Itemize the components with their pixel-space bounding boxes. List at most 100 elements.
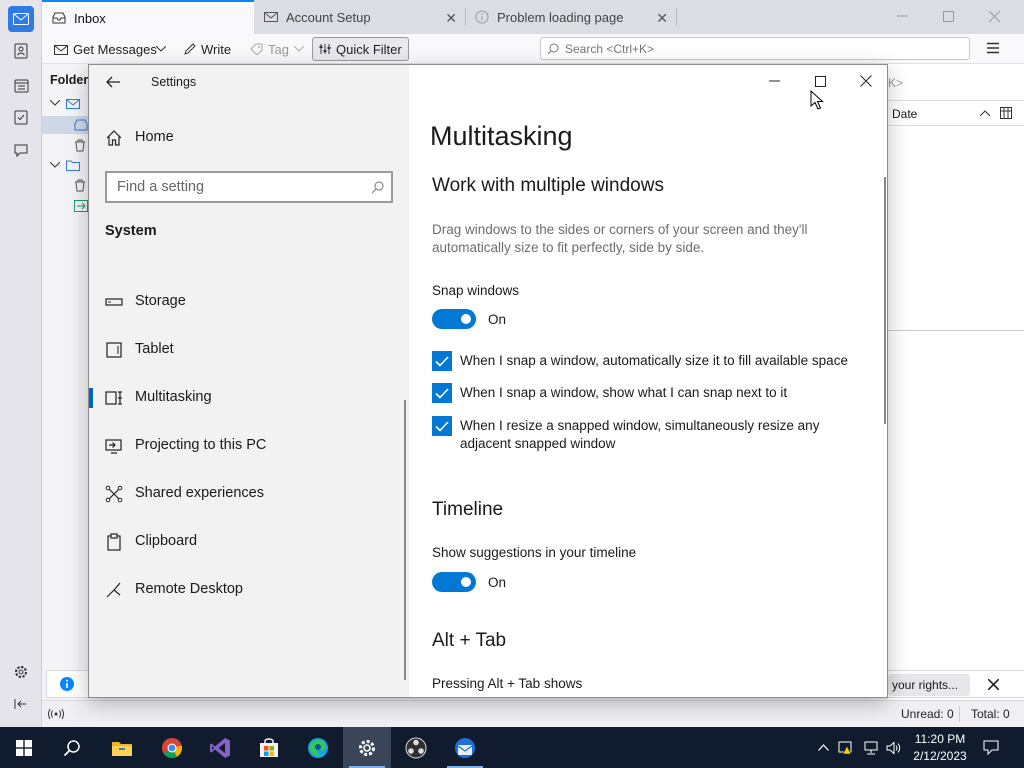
get-messages-button[interactable]: Get Messages xyxy=(48,37,163,61)
taskbar-clock[interactable]: 11:20 PM 2/12/2023 xyxy=(905,729,975,767)
tray-volume-icon[interactable] xyxy=(884,727,904,768)
address-book-space-button[interactable] xyxy=(8,38,34,64)
info-icon xyxy=(475,10,489,24)
content-scrollbar[interactable] xyxy=(884,177,886,424)
store-icon xyxy=(260,737,278,757)
close-tab-icon[interactable]: ✕ xyxy=(445,10,457,27)
close-notification-icon[interactable] xyxy=(988,679,999,690)
mail-space-button[interactable] xyxy=(8,6,34,32)
tray-network-icon[interactable] xyxy=(860,727,882,768)
nav-projecting[interactable]: Projecting to this PC xyxy=(89,426,409,466)
tab-problem-loading[interactable]: Problem loading page ✕ xyxy=(465,0,677,34)
taskbar-search-button[interactable] xyxy=(48,727,96,768)
sort-ascending-icon[interactable] xyxy=(980,110,990,116)
checkbox-resize-adjacent[interactable] xyxy=(432,416,452,436)
get-messages-dropdown[interactable] xyxy=(150,37,172,61)
taskbar-obs[interactable] xyxy=(392,727,440,768)
chat-space-button[interactable] xyxy=(8,137,34,163)
tab-inbox[interactable]: Inbox xyxy=(42,0,254,34)
quick-filter-button[interactable]: Quick Filter xyxy=(312,37,409,61)
nav-storage[interactable]: Storage xyxy=(89,282,409,322)
taskbar-store[interactable] xyxy=(245,727,293,768)
snap-windows-label: Snap windows xyxy=(432,283,520,298)
inbox-icon xyxy=(52,12,66,24)
column-picker-icon[interactable] xyxy=(1000,107,1012,119)
quick-filter-input-tail[interactable]: K> xyxy=(888,73,1024,93)
local-folders-expand-toggle[interactable] xyxy=(50,162,60,168)
chat-icon xyxy=(14,144,28,157)
nav-home[interactable]: Home xyxy=(89,118,409,158)
tray-show-hidden-icons[interactable] xyxy=(814,727,832,768)
tab-label: Account Setup xyxy=(286,9,371,25)
tb-minimize-button[interactable] xyxy=(880,4,924,28)
remote-desktop-icon xyxy=(106,582,121,598)
taskbar-visual-studio[interactable] xyxy=(196,727,244,768)
outbox-folder-icon[interactable] xyxy=(74,200,88,212)
tasks-space-button[interactable] xyxy=(8,104,34,130)
tb-maximize-button[interactable] xyxy=(926,4,970,28)
search-icon xyxy=(371,181,384,194)
nav-clipboard[interactable]: Clipboard xyxy=(89,522,409,562)
settings-nav-pane: Settings Home Find a setting System Stor… xyxy=(89,65,409,697)
spaces-toolbar xyxy=(0,0,42,727)
tray-security-icon[interactable] xyxy=(836,727,856,768)
settings-close-button[interactable] xyxy=(843,71,887,91)
global-search-input[interactable]: Search <Ctrl+K> xyxy=(540,37,970,60)
back-arrow-icon xyxy=(106,76,120,88)
clock-date: 2/12/2023 xyxy=(913,749,967,763)
app-menu-button[interactable] xyxy=(986,42,1000,54)
action-center-icon xyxy=(983,740,999,755)
nav-scrollbar[interactable] xyxy=(404,400,406,680)
account-expand-toggle[interactable] xyxy=(50,100,60,106)
filter-placeholder: K> xyxy=(888,76,904,90)
know-your-rights-button[interactable]: your rights... xyxy=(888,674,970,696)
back-button[interactable] xyxy=(105,75,121,91)
nav-shared-experiences[interactable]: Shared experiences xyxy=(89,474,409,514)
calendar-space-button[interactable] xyxy=(8,72,34,98)
checkbox-snap-assist[interactable] xyxy=(432,383,452,403)
start-button[interactable] xyxy=(0,727,48,768)
trash-folder-icon[interactable] xyxy=(74,139,86,152)
tasks-icon xyxy=(14,110,28,125)
mail-setup-icon xyxy=(264,12,278,22)
online-status-icon[interactable] xyxy=(48,708,64,720)
settings-maximize-button[interactable] xyxy=(797,71,843,91)
thunderbird-icon xyxy=(455,737,475,758)
multitasking-icon xyxy=(105,391,122,405)
nav-tablet[interactable]: Tablet xyxy=(89,330,409,370)
pane-splitter[interactable] xyxy=(888,330,1024,331)
snap-windows-toggle[interactable] xyxy=(432,309,476,329)
timeline-suggestions-toggle[interactable] xyxy=(432,572,476,592)
tab-account-setup[interactable]: Account Setup ✕ xyxy=(254,0,466,34)
tag-button[interactable]: Tag xyxy=(244,37,310,61)
storage-icon xyxy=(105,298,123,306)
section-title-alt-tab: Alt + Tab xyxy=(432,630,507,651)
write-button[interactable]: Write xyxy=(178,37,237,61)
notification-center-button[interactable] xyxy=(976,727,1006,768)
tb-close-button[interactable] xyxy=(972,4,1016,28)
settings-minimize-button[interactable] xyxy=(751,71,797,91)
settings-window: Settings Home Find a setting System Stor… xyxy=(88,64,888,698)
maximize-icon xyxy=(942,10,954,22)
nav-multitasking[interactable]: Multitasking xyxy=(89,378,409,418)
tab-label: Problem loading page xyxy=(497,9,624,25)
total-count: Total: 0 xyxy=(971,707,1010,721)
settings-space-button[interactable] xyxy=(8,659,34,685)
projecting-icon xyxy=(105,439,122,454)
tab-label: Inbox xyxy=(74,10,106,26)
column-date[interactable]: Date xyxy=(892,107,917,121)
taskbar-file-explorer[interactable] xyxy=(98,727,146,768)
find-setting-input[interactable]: Find a setting xyxy=(105,171,393,203)
checkbox-auto-size[interactable] xyxy=(432,351,452,371)
collapse-spaces-button[interactable] xyxy=(8,691,34,717)
minimize-icon xyxy=(896,15,908,17)
taskbar-thunderbird[interactable] xyxy=(441,727,489,768)
write-label: Write xyxy=(201,41,232,57)
nav-remote-desktop[interactable]: Remote Desktop xyxy=(89,570,409,610)
trash-folder-icon[interactable] xyxy=(74,179,86,192)
taskbar-settings[interactable] xyxy=(343,727,391,768)
close-tab-icon[interactable]: ✕ xyxy=(656,10,668,27)
taskbar-edge[interactable] xyxy=(294,727,342,768)
taskbar-chrome[interactable] xyxy=(148,727,196,768)
folder-row-inbox[interactable] xyxy=(42,116,88,134)
